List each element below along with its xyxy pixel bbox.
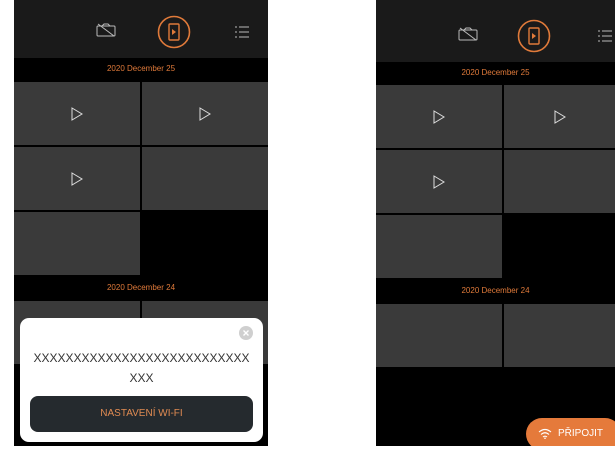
video-thumbnail[interactable] (376, 85, 502, 148)
video-thumbnail[interactable] (14, 82, 140, 145)
camera-off-icon[interactable] (96, 23, 116, 37)
phone-screen-left: 2020 December 25 2020 December 24 XXXXXX… (14, 0, 268, 446)
wifi-settings-button[interactable]: NASTAVENÍ WI-FI (30, 396, 253, 432)
photo-thumbnail[interactable] (504, 150, 615, 213)
photo-thumbnail[interactable] (142, 147, 268, 210)
photo-thumbnail[interactable] (376, 304, 502, 367)
section-date: 2020 December 24 (376, 280, 615, 302)
section-date: 2020 December 25 (14, 58, 268, 80)
door-icon[interactable] (157, 15, 191, 49)
connect-button[interactable]: PŘIPOJIT (526, 418, 615, 446)
list-icon[interactable] (598, 30, 612, 42)
play-icon (554, 109, 566, 124)
top-bar (14, 0, 268, 58)
video-thumbnail[interactable] (14, 147, 140, 210)
list-icon[interactable] (235, 26, 249, 38)
play-icon (433, 174, 445, 189)
play-icon (71, 171, 83, 186)
play-icon (199, 106, 211, 121)
play-icon (433, 109, 445, 124)
photo-thumbnail[interactable] (504, 304, 615, 367)
wifi-dialog: XXXXXXXXXXXXXXXXXXXXXXXXXXXXXX NASTAVENÍ… (20, 318, 263, 442)
wifi-icon (538, 428, 552, 439)
close-icon[interactable] (239, 326, 253, 340)
section-date: 2020 December 25 (376, 62, 615, 84)
dialog-message: XXXXXXXXXXXXXXXXXXXXXXXXXXXXXX (33, 351, 250, 385)
video-thumbnail[interactable] (376, 150, 502, 213)
photo-thumbnail[interactable] (376, 215, 502, 278)
phone-screen-right: 2020 December 25 2020 December 24 PŘIPOJ… (376, 0, 615, 446)
video-thumbnail[interactable] (504, 85, 615, 148)
door-icon[interactable] (517, 19, 551, 53)
photo-thumbnail[interactable] (14, 212, 140, 275)
video-thumbnail[interactable] (142, 82, 268, 145)
section-date: 2020 December 24 (14, 277, 268, 299)
play-icon (71, 106, 83, 121)
camera-off-icon[interactable] (458, 27, 478, 41)
top-bar (376, 0, 615, 62)
connect-label: PŘIPOJIT (558, 428, 604, 439)
